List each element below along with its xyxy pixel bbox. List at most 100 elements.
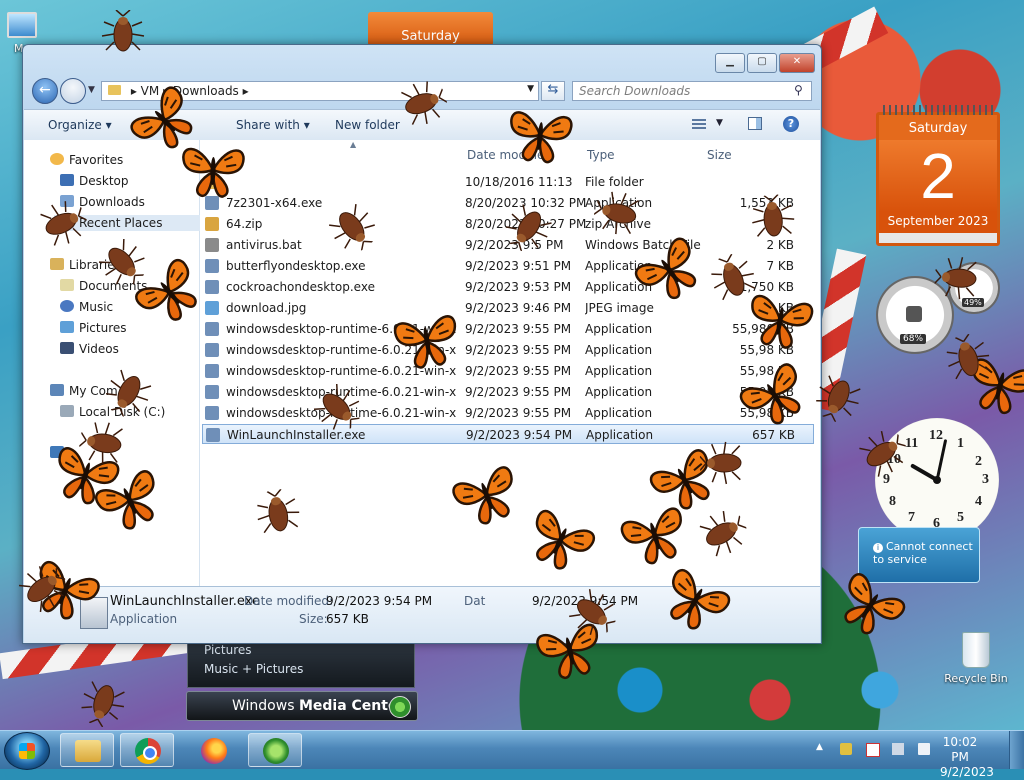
butterfly-icon bbox=[182, 147, 245, 198]
info-icon: i bbox=[873, 543, 883, 553]
no-network-flag-icon[interactable] bbox=[866, 743, 880, 757]
column-header-size[interactable]: Size bbox=[707, 148, 732, 162]
action-center-icon[interactable] bbox=[840, 743, 852, 755]
calendar-gadget[interactable]: Saturday 2 September 2023 bbox=[876, 105, 1000, 246]
preview-pane-icon[interactable] bbox=[748, 117, 762, 130]
maximize-button[interactable]: ▢ bbox=[747, 53, 777, 73]
nav-videos[interactable]: Videos bbox=[60, 342, 119, 356]
close-button[interactable]: ✕ bbox=[779, 53, 815, 73]
show-hidden-icons-icon[interactable]: ▲ bbox=[816, 742, 823, 752]
file-date: 9/2/2023 9:55 PM bbox=[465, 406, 572, 420]
volume-icon[interactable] bbox=[918, 743, 930, 755]
chrome-icon-center bbox=[143, 746, 157, 760]
file-row[interactable]: windowsdesktop-runtime-6.0.21-win-x64...… bbox=[202, 340, 814, 360]
clock-number: 5 bbox=[957, 510, 964, 525]
cockroach-icon bbox=[257, 488, 300, 534]
taskbar-chrome[interactable] bbox=[120, 733, 174, 767]
cockroach-icon bbox=[101, 10, 145, 52]
breadcrumb-separator-icon: ▸ bbox=[242, 84, 249, 98]
media-center-menu[interactable]: Pictures Music + Pictures bbox=[187, 640, 415, 688]
refresh-button[interactable]: ⇆ bbox=[541, 81, 565, 101]
file-type: Application bbox=[586, 428, 654, 442]
folder-icon bbox=[75, 740, 101, 762]
file-type: File folder bbox=[585, 175, 644, 189]
network-icon[interactable] bbox=[892, 743, 904, 755]
clock-number: 4 bbox=[975, 494, 982, 509]
desktop: My Recycle Bin Saturday Saturday 2 Septe… bbox=[0, 0, 1024, 730]
file-row[interactable]: 10/18/2016 11:13 File folder bbox=[202, 172, 814, 192]
nav-music[interactable]: Music bbox=[60, 300, 113, 314]
computer-icon bbox=[50, 384, 64, 396]
cockroach-icon bbox=[81, 681, 125, 728]
disk-icon bbox=[60, 405, 74, 417]
calendar-gadget-small[interactable]: Saturday bbox=[368, 12, 493, 46]
taskbar: ▲ 10:02 PM 9/2/2023 bbox=[0, 730, 1024, 779]
calendar-date: 2 bbox=[879, 140, 997, 212]
clock-number: 1 bbox=[957, 436, 964, 451]
cockroach-icon bbox=[699, 441, 742, 485]
help-icon[interactable]: ? bbox=[783, 116, 799, 132]
taskbar-firefox[interactable] bbox=[186, 733, 240, 767]
details-created-label: Dat bbox=[464, 594, 486, 608]
cpu-percent: 68% bbox=[900, 334, 927, 344]
exe-file-icon bbox=[205, 364, 219, 378]
media-center-title: Windows bbox=[232, 698, 295, 714]
weather-message: Cannot connect to service bbox=[873, 540, 973, 566]
media-center-button[interactable]: Windows Media Center bbox=[186, 691, 418, 721]
nav-favorites[interactable]: Favorites bbox=[50, 153, 123, 167]
file-row[interactable]: windowsdesktop-runtime-6.0.21-win-x64...… bbox=[202, 319, 814, 339]
change-view-icon[interactable] bbox=[692, 119, 706, 129]
search-input[interactable]: Search Downloads bbox=[572, 81, 812, 101]
file-type: Application bbox=[585, 322, 653, 336]
firefox-icon bbox=[201, 738, 227, 764]
file-row[interactable]: windowsdesktop-runtime-6.0.21-win-x64...… bbox=[202, 382, 814, 402]
column-header-type[interactable]: Type bbox=[587, 148, 615, 162]
details-size-label: Size: bbox=[299, 612, 328, 626]
share-with-button[interactable]: Share with ▾ bbox=[236, 118, 310, 132]
file-type: Application bbox=[585, 385, 653, 399]
file-date: 9/2/2023 9:55 PM bbox=[465, 385, 572, 399]
file-date: 9/2/2023 9:51 PM bbox=[465, 259, 572, 273]
desktop-icon-recycle-bin[interactable]: Recycle Bin bbox=[940, 632, 1012, 685]
zip-file-icon bbox=[205, 217, 219, 231]
file-row[interactable]: windowsdesktop-runtime-6.0.21-win-x64...… bbox=[202, 403, 814, 423]
media-menu-item[interactable]: Music + Pictures bbox=[204, 657, 398, 676]
minimize-button[interactable]: ▁ bbox=[715, 53, 745, 73]
exe-file-icon bbox=[205, 385, 219, 399]
details-modified-label: Date modified: bbox=[244, 594, 334, 608]
clock-number: 12 bbox=[929, 428, 943, 443]
organize-button[interactable]: Organize ▾ bbox=[48, 118, 112, 132]
clock-number: 2 bbox=[975, 454, 982, 469]
start-button[interactable] bbox=[4, 732, 50, 770]
address-dropdown-icon[interactable]: ▼ bbox=[527, 84, 534, 94]
file-type: Application bbox=[585, 364, 653, 378]
breadcrumb-separator-icon: ▸ bbox=[130, 84, 141, 98]
file-row[interactable]: 7z2301-x64.exe 8/20/2023 10:32 PM Applicat… bbox=[202, 193, 814, 213]
libraries-icon bbox=[50, 258, 64, 270]
taskbar-clock[interactable]: 10:02 PM 9/2/2023 bbox=[940, 735, 994, 780]
nav-desktop[interactable]: Desktop bbox=[60, 174, 129, 188]
cockroach-icon bbox=[752, 193, 795, 237]
back-button[interactable]: ← bbox=[32, 78, 58, 104]
desktop-icon bbox=[60, 174, 74, 186]
file-date: 9/2/2023 9:54 PM bbox=[466, 428, 573, 442]
butterfly-icon bbox=[510, 111, 573, 164]
file-date: 9/2/2023 9:46 PM bbox=[465, 301, 572, 315]
back-arrow-icon: ← bbox=[39, 82, 51, 98]
taskbar-media-center[interactable] bbox=[248, 733, 302, 767]
media-center-icon bbox=[263, 738, 289, 764]
view-dropdown-icon[interactable]: ▼ bbox=[716, 118, 723, 128]
nav-pictures[interactable]: Pictures bbox=[60, 321, 127, 335]
new-folder-button[interactable]: New folder bbox=[335, 118, 400, 132]
forward-button[interactable] bbox=[60, 78, 86, 104]
taskbar-time: 10:02 PM bbox=[942, 735, 978, 764]
bat-file-icon bbox=[205, 238, 219, 252]
gauge-center-icon bbox=[906, 306, 922, 322]
file-date: 10/18/2016 11:13 bbox=[465, 175, 573, 189]
show-desktop-button[interactable] bbox=[1009, 731, 1024, 769]
recent-pages-chevron-icon[interactable]: ▼ bbox=[88, 85, 95, 95]
taskbar-explorer[interactable] bbox=[60, 733, 114, 767]
desktop-icon-label: Recycle Bin bbox=[944, 672, 1008, 685]
file-row[interactable]: windowsdesktop-runtime-6.0.21-win-x64...… bbox=[202, 361, 814, 381]
exe-file-icon bbox=[205, 406, 219, 420]
